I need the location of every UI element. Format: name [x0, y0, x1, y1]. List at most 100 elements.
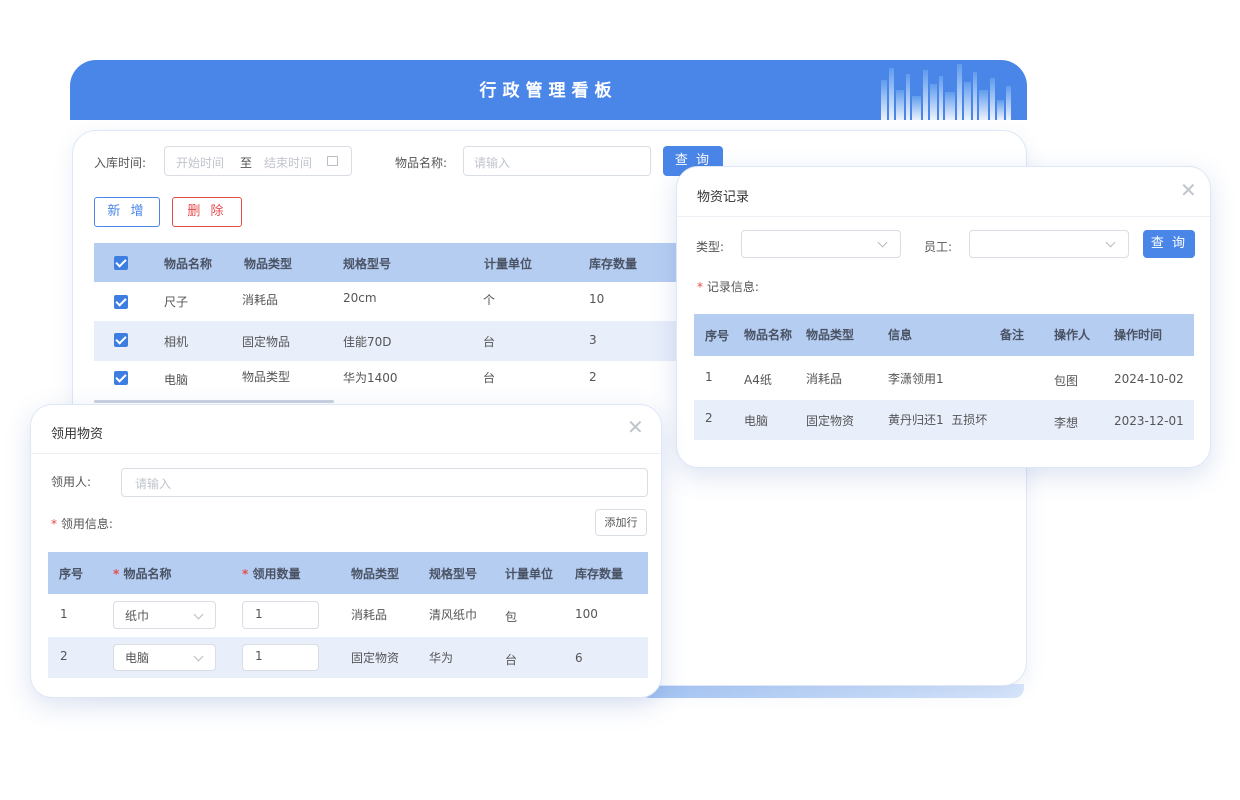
table-row[interactable]: 2 电脑 1 固定物资 华为 台 6	[48, 637, 648, 678]
in-time-label: 入库时间:	[94, 156, 147, 170]
add-button[interactable]: 新 增	[94, 197, 160, 227]
cell-no: 2	[60, 649, 68, 663]
cell-spec: 华为1400	[343, 371, 398, 385]
item-name-input[interactable]: 请输入	[463, 146, 651, 176]
column-header: 信息	[888, 328, 913, 342]
cell-spec: 华为	[429, 651, 454, 665]
receive-dialog: 领用物资 ✕ 领用人: 请输入 * 领用信息: 添加行 序号 * 物品名称 * …	[30, 404, 662, 698]
table-row[interactable]: 尺子 消耗品 20cm 个 10	[94, 282, 684, 321]
employee-label: 员工:	[924, 240, 953, 254]
cell-stock: 2	[589, 370, 597, 384]
add-row-button[interactable]: 添加行	[595, 509, 647, 536]
divider	[31, 453, 661, 454]
start-date-input[interactable]: 开始时间	[176, 154, 224, 171]
column-header: 物品类型	[806, 328, 855, 342]
dialog-title: 物资记录	[697, 190, 750, 205]
selected-value: 电脑	[125, 651, 150, 665]
cell-time: 2024-10-02	[1114, 372, 1184, 386]
cell-name: 尺子	[164, 295, 189, 309]
cell-type: 消耗品	[806, 372, 843, 386]
select-all-checkbox[interactable]	[114, 256, 128, 270]
receiver-input[interactable]: 请输入	[121, 468, 648, 497]
column-header: 序号	[59, 567, 84, 581]
column-header: 计量单位	[484, 257, 533, 271]
cell-stock: 10	[589, 292, 605, 306]
table-row[interactable]: 电脑 物品类型 华为1400 台 2	[94, 361, 684, 401]
horizontal-scrollbar[interactable]	[94, 400, 334, 403]
main-table-header: 物品名称 物品类型 规格型号 计量单位 库存数量	[94, 243, 684, 282]
item-name-label: 物品名称:	[395, 156, 448, 170]
row-checkbox[interactable]	[114, 333, 128, 347]
cell-time: 2023-12-01	[1114, 414, 1184, 428]
quantity-input[interactable]: 1	[242, 601, 319, 629]
chevron-down-icon	[1105, 237, 1116, 248]
cell-operator: 李想	[1054, 416, 1079, 430]
cell-type: 固定物品	[242, 335, 291, 349]
record-table-header: 序号 物品名称 物品类型 信息 备注 操作人 操作时间	[694, 314, 1194, 356]
employee-select[interactable]	[969, 230, 1129, 258]
column-header: 物品类型	[244, 257, 293, 271]
date-range-picker[interactable]: 开始时间 至 结束时间	[164, 146, 352, 176]
receiver-placeholder: 请输入	[135, 477, 172, 491]
receive-table-header: 序号 * 物品名称 * 领用数量 物品类型 规格型号 计量单位 库存数量	[48, 552, 648, 594]
cell-unit: 包	[505, 610, 518, 624]
cell-unit: 台	[483, 335, 496, 349]
receiver-label: 领用人:	[51, 475, 92, 489]
record-info-label: * 记录信息:	[697, 280, 759, 294]
column-header: 计量单位	[505, 567, 554, 581]
item-name-placeholder: 请输入	[474, 156, 511, 170]
record-query-button[interactable]: 查 询	[1143, 230, 1195, 258]
row-checkbox[interactable]	[114, 371, 128, 385]
cell-type: 固定物资	[351, 651, 400, 665]
cell-name: 电脑	[164, 373, 189, 387]
item-name-select[interactable]: 纸巾	[113, 601, 216, 629]
type-select[interactable]	[741, 230, 901, 258]
table-row[interactable]: 2 电脑 固定物资 黄丹归还1 五损坏 李想 2023-12-01	[694, 400, 1194, 440]
divider	[677, 216, 1210, 217]
column-header: 物品名称	[744, 328, 793, 342]
table-row[interactable]: 1 A4纸 消耗品 李潇领用1 包图 2024-10-02	[694, 356, 1194, 400]
column-header: 库存数量	[575, 567, 624, 581]
column-header: 库存数量	[589, 257, 638, 271]
range-separator: 至	[240, 156, 253, 170]
cell-type: 固定物资	[806, 414, 855, 428]
table-row[interactable]: 相机 固定物品 佳能70D 台 3	[94, 321, 684, 361]
cell-no: 2	[705, 411, 713, 425]
quantity-value: 1	[255, 607, 263, 621]
cell-name: 相机	[164, 335, 189, 349]
quantity-value: 1	[255, 649, 263, 663]
column-header: 物品类型	[351, 567, 400, 581]
cell-name: 电脑	[744, 414, 769, 428]
selected-value: 纸巾	[125, 609, 150, 623]
column-header: * 领用数量	[242, 567, 301, 581]
cell-type: 消耗品	[242, 293, 279, 307]
card-accent-bar	[640, 684, 1024, 698]
quantity-input[interactable]: 1	[242, 644, 319, 671]
calendar-icon	[327, 156, 338, 166]
item-name-select[interactable]: 电脑	[113, 644, 216, 671]
column-header: * 物品名称	[113, 567, 172, 581]
column-header: 备注	[1000, 328, 1025, 342]
table-row[interactable]: 1 纸巾 1 消耗品 清风纸巾 包 100	[48, 594, 648, 637]
cell-spec: 20cm	[343, 291, 377, 305]
column-header: 序号	[705, 329, 730, 343]
cell-stock: 3	[589, 333, 597, 347]
cell-type: 物品类型	[242, 370, 291, 384]
row-checkbox[interactable]	[114, 295, 128, 309]
type-label: 类型:	[696, 240, 725, 254]
cell-unit: 个	[483, 293, 496, 307]
close-icon[interactable]: ✕	[627, 417, 644, 437]
cell-unit: 台	[505, 653, 518, 667]
column-header: 操作人	[1054, 328, 1091, 342]
cell-info: 李潇领用1	[888, 372, 944, 386]
end-date-input[interactable]: 结束时间	[264, 154, 312, 171]
column-header: 规格型号	[429, 567, 478, 581]
close-icon[interactable]: ✕	[1180, 180, 1197, 200]
cell-stock: 6	[575, 651, 583, 665]
receive-info-label: * 领用信息:	[51, 517, 113, 531]
dialog-title: 领用物资	[51, 427, 104, 442]
city-skyline-decoration	[881, 62, 1021, 120]
cell-operator: 包图	[1054, 374, 1079, 388]
chevron-down-icon	[877, 237, 888, 248]
delete-button[interactable]: 删 除	[172, 197, 242, 227]
